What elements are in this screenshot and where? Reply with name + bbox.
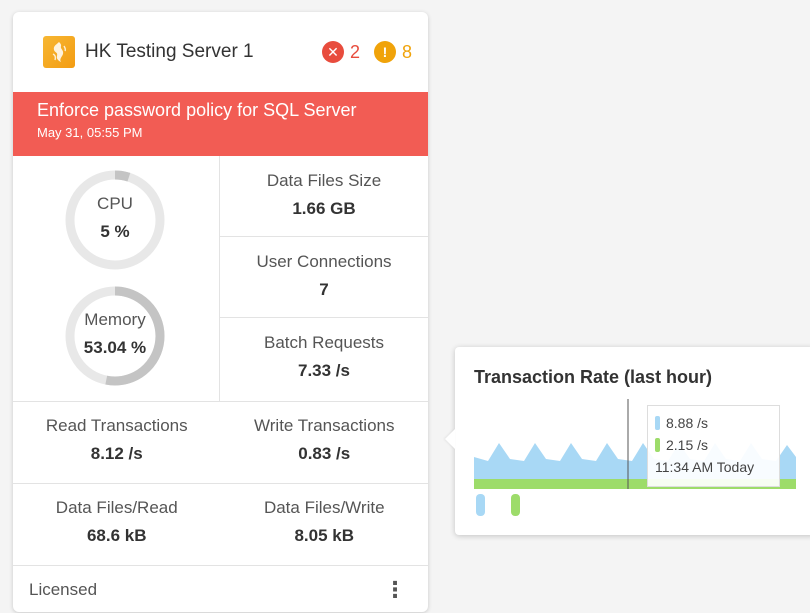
transactions-row: Read Transactions 8.12 /s Write Transact…	[13, 402, 428, 484]
tooltip-series2: 2.15 /s	[655, 434, 779, 456]
data-files-read-cell[interactable]: Data Files/Read 68.6 kB	[13, 484, 221, 565]
memory-label: Memory	[84, 310, 146, 329]
stat-label: Data Files Size	[266, 171, 382, 190]
stat-label: Read Transactions	[45, 416, 188, 435]
stat-value: 7	[319, 280, 329, 299]
warning-badge[interactable]: ! 8	[373, 41, 412, 63]
series1-swatch	[655, 416, 660, 430]
server-name[interactable]: HK Testing Server 1	[85, 41, 254, 63]
alert-time: May 31, 05:55 PM	[37, 125, 143, 140]
stat-value: 8.05 kB	[294, 526, 355, 545]
license-status: Licensed	[29, 580, 98, 599]
data-files-row: Data Files/Read 68.6 kB Data Files/Write…	[13, 484, 428, 566]
cpu-label: CPU	[97, 194, 133, 213]
metrics-grid: CPU 5 % Memory 53.04 % Data Files Size 1…	[13, 156, 428, 402]
tooltip-series1: 8.88 /s	[655, 412, 779, 434]
stat-label: Write Transactions	[254, 416, 395, 435]
stat-value: 7.33 /s	[298, 361, 350, 380]
cpu-gauge[interactable]: CPU 5 %	[63, 168, 167, 272]
data-files-size-cell[interactable]: Data Files Size 1.66 GB	[220, 156, 428, 237]
popup-title: Transaction Rate (last hour)	[474, 367, 713, 387]
tooltip-time-row: 11:34 AM Today	[655, 456, 779, 478]
alert-banner[interactable]: Enforce password policy for SQL Server M…	[13, 92, 428, 156]
stat-label: Data Files/Read	[55, 498, 178, 517]
legend-series1-marker[interactable]	[476, 494, 485, 516]
stat-value: 0.83 /s	[298, 444, 351, 463]
memory-gauge[interactable]: Memory 53.04 %	[63, 284, 167, 388]
user-connections-cell[interactable]: User Connections 7	[220, 237, 428, 318]
kebab-menu-icon[interactable]: ⋮	[378, 577, 412, 603]
stat-value: 1.66 GB	[292, 199, 356, 218]
stat-value: 68.6 kB	[86, 526, 147, 545]
data-files-write-cell[interactable]: Data Files/Write 8.05 kB	[221, 484, 429, 565]
server-brand-icon	[43, 36, 75, 68]
transaction-rate-popup: Transaction Rate (last hour) 8.88 /s 2.1…	[455, 347, 810, 535]
alert-badges: ✕ 2 ! 8	[321, 41, 412, 63]
x-circle-icon: ✕	[321, 41, 344, 63]
write-transactions-cell[interactable]: Write Transactions 0.83 /s	[221, 402, 429, 483]
error-count: 2	[349, 41, 360, 62]
warning-count: 8	[401, 41, 412, 62]
series2-swatch	[655, 438, 660, 452]
stats-column: Data Files Size 1.66 GB User Connections…	[220, 156, 428, 401]
stat-value: 8.12 /s	[90, 444, 143, 463]
server-card[interactable]: HK Testing Server 1 ✕ 2 ! 8 Enforce pass…	[13, 12, 428, 612]
card-header: HK Testing Server 1 ✕ 2 ! 8	[13, 12, 428, 92]
memory-gauge-text: Memory 53.04 %	[63, 310, 167, 358]
exclamation-circle-icon: !	[373, 41, 396, 63]
chart-tooltip: 8.88 /s 2.15 /s 11:34 AM Today	[647, 405, 780, 487]
stat-label: Data Files/Write	[263, 498, 385, 517]
error-badge[interactable]: ✕ 2	[321, 41, 360, 63]
tooltip-time: 11:34 AM Today	[655, 459, 755, 475]
cpu-value: 5 %	[100, 222, 130, 241]
memory-value: 53.04 %	[83, 338, 147, 357]
gauge-column: CPU 5 % Memory 53.04 %	[13, 156, 220, 401]
stat-label: User Connections	[256, 252, 392, 271]
stat-label: Batch Requests	[263, 333, 384, 352]
card-footer: Licensed ⋮	[13, 566, 428, 612]
cpu-gauge-text: CPU 5 %	[63, 194, 167, 242]
alert-title: Enforce password policy for SQL Server	[37, 100, 357, 120]
tooltip-series2-value: 2.15 /s	[666, 437, 709, 453]
read-transactions-cell[interactable]: Read Transactions 8.12 /s	[13, 402, 221, 483]
legend-series2-marker[interactable]	[511, 494, 520, 516]
tooltip-series1-value: 8.88 /s	[666, 415, 709, 431]
chart-legend	[476, 494, 520, 516]
batch-requests-cell[interactable]: Batch Requests 7.33 /s	[220, 318, 428, 399]
